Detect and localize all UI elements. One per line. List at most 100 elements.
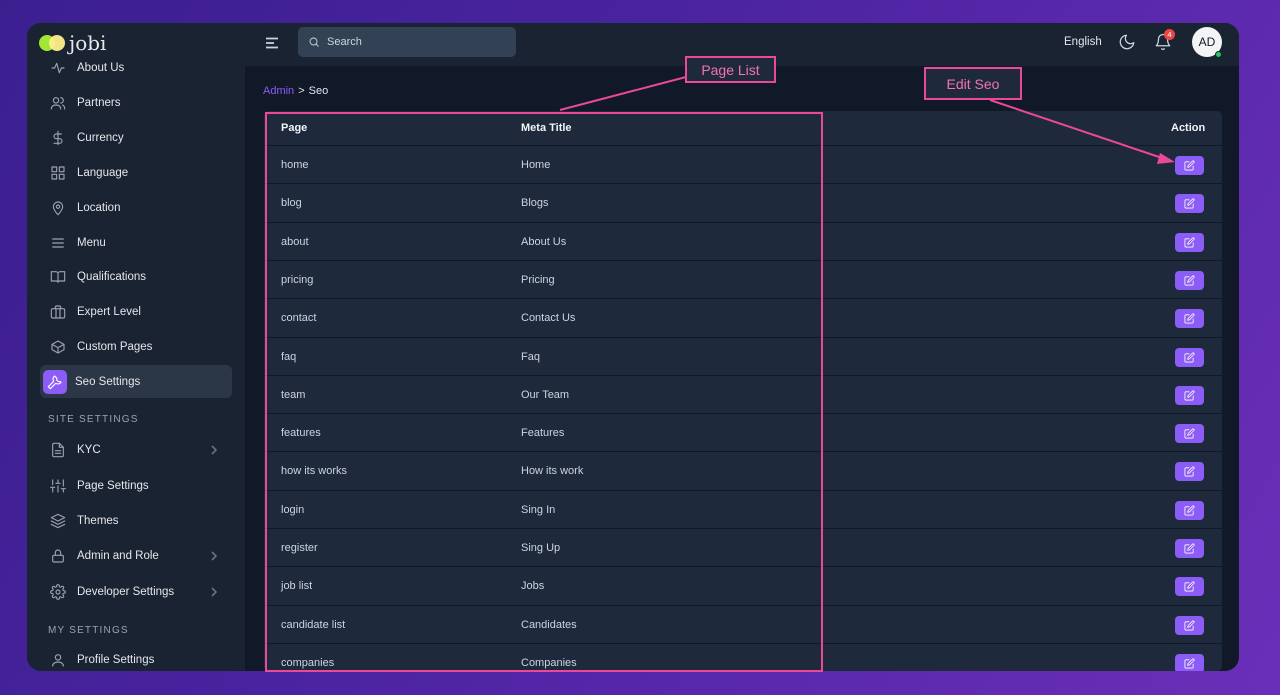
edit-seo-button[interactable]: [1175, 194, 1204, 214]
edit-seo-button[interactable]: [1175, 309, 1204, 329]
sidebar-item-page-settings[interactable]: Page Settings: [40, 469, 232, 502]
edit-seo-button[interactable]: [1175, 653, 1204, 671]
sliders-icon: [47, 475, 69, 497]
dollar-icon: [47, 127, 69, 149]
cell-page: companies: [281, 656, 335, 669]
table-row: contact Contact Us: [264, 298, 1222, 336]
sidebar-item-custom-pages[interactable]: Custom Pages: [40, 330, 232, 363]
edit-seo-annotation-label: Edit Seo: [924, 67, 1022, 100]
edit-seo-button[interactable]: [1175, 270, 1204, 290]
cell-meta-title: Home: [521, 159, 551, 171]
edit-icon: [1184, 198, 1195, 209]
cell-page: home: [281, 159, 309, 171]
cell-page: candidate list: [281, 618, 346, 631]
breadcrumb-current: Seo: [308, 85, 329, 97]
sidebar-item-profile-settings[interactable]: Profile Settings: [40, 643, 232, 671]
table-row: team Our Team: [264, 374, 1222, 413]
chevron-right-icon: [208, 549, 220, 561]
table-row: login Sing In: [264, 489, 1222, 528]
user-icon: [47, 649, 69, 671]
cell-meta-title: Contact Us: [521, 312, 576, 325]
table-row: register Sing Up: [264, 528, 1222, 566]
section-title-site-settings: SITE SETTINGS: [48, 414, 139, 425]
sidebar-item-developer-settings[interactable]: Developer Settings: [40, 575, 232, 608]
edit-seo-button[interactable]: [1175, 500, 1204, 520]
cell-page: features: [281, 427, 321, 440]
cell-page: about: [281, 235, 309, 248]
edit-icon: [1184, 581, 1195, 592]
sidebar-item-label: Expert Level: [77, 305, 141, 318]
sidebar-item-menu[interactable]: Menu: [40, 226, 232, 259]
online-status-dot: [1215, 51, 1222, 58]
edit-seo-button[interactable]: [1175, 232, 1204, 252]
table-row: blog Blogs: [264, 183, 1222, 221]
page-list-annotation-label: Page List: [685, 56, 776, 83]
layers-icon: [47, 510, 69, 532]
sidebar-item-themes[interactable]: Themes: [40, 504, 232, 537]
sidebar-item-partners[interactable]: Partners: [40, 86, 232, 119]
edit-icon: [1184, 160, 1195, 171]
table-row: job list Jobs: [264, 566, 1222, 604]
edit-seo-button[interactable]: [1175, 347, 1204, 367]
lock-icon: [47, 545, 69, 567]
cell-page: job list: [281, 580, 313, 593]
sidebar-item-admin-and-role[interactable]: Admin and Role: [40, 539, 232, 572]
search-box[interactable]: [298, 27, 516, 57]
breadcrumb: Admin > Seo: [263, 85, 328, 97]
edit-seo-button[interactable]: [1175, 539, 1204, 558]
language-selector[interactable]: English: [1064, 36, 1102, 48]
edit-icon: [1184, 620, 1195, 631]
cell-meta-title: Sing Up: [521, 542, 561, 554]
sidebar-item-expert-level[interactable]: Expert Level: [40, 295, 232, 328]
edit-seo-button[interactable]: [1175, 615, 1204, 635]
table-row: home Home: [264, 145, 1222, 183]
edit-icon: [1184, 351, 1195, 363]
table-row: features Features: [264, 413, 1222, 451]
cell-meta-title: Our Team: [521, 388, 570, 401]
cell-meta-title: Pricing: [521, 273, 555, 286]
edit-seo-button[interactable]: [1175, 385, 1204, 405]
cell-page: faq: [281, 350, 297, 363]
cell-meta-title: How its work: [521, 465, 584, 478]
menu-icon: [47, 232, 69, 254]
box-icon: [47, 336, 69, 358]
table-row: companies Companies: [264, 642, 1222, 671]
document-icon: [47, 439, 69, 461]
sidebar-item-language[interactable]: Language: [40, 156, 232, 189]
hamburger-icon[interactable]: [265, 36, 279, 50]
chevron-right-icon: [208, 443, 220, 455]
cell-page: contact: [281, 312, 317, 325]
sidebar-item-kyc[interactable]: KYC: [40, 433, 232, 466]
edit-seo-button[interactable]: [1175, 577, 1204, 597]
sidebar-item-label: Admin and Role: [77, 549, 159, 562]
cell-page: register: [281, 542, 318, 554]
breadcrumb-admin-link[interactable]: Admin: [263, 85, 294, 97]
edit-seo-button[interactable]: [1175, 462, 1204, 482]
sidebar: jobi About Us Partners Currency Language: [27, 23, 245, 671]
sidebar-item-seo-settings[interactable]: Seo Settings: [40, 365, 232, 398]
cell-meta-title: Candidates: [521, 618, 577, 631]
wrench-icon: [43, 369, 67, 394]
edit-icon: [1184, 275, 1195, 286]
table-row: pricing Pricing: [264, 259, 1222, 298]
edit-icon: [1184, 428, 1195, 439]
sidebar-item-currency[interactable]: Currency: [40, 121, 232, 154]
edit-seo-button[interactable]: [1175, 424, 1204, 444]
grid-icon: [47, 162, 69, 184]
cell-meta-title: Companies: [521, 656, 577, 669]
sidebar-item-label: Language: [77, 166, 129, 179]
sidebar-item-location[interactable]: Location: [40, 191, 232, 224]
table-row: faq Faq: [264, 336, 1222, 375]
edit-icon: [1184, 237, 1195, 248]
gear-icon: [47, 581, 69, 603]
edit-seo-button[interactable]: [1175, 156, 1204, 175]
sidebar-item-qualifications[interactable]: Qualifications: [40, 260, 232, 293]
sidebar-item-label: Partners: [77, 96, 121, 109]
sidebar-item-about-us[interactable]: About Us: [40, 51, 232, 84]
sidebar-item-label: Qualifications: [77, 270, 147, 283]
moon-icon[interactable]: [1118, 33, 1136, 51]
sidebar-item-label: Menu: [77, 236, 106, 249]
search-input[interactable]: [327, 36, 507, 48]
sidebar-item-label: Profile Settings: [77, 653, 155, 666]
section-title-my-settings: MY SETTINGS: [48, 625, 129, 636]
